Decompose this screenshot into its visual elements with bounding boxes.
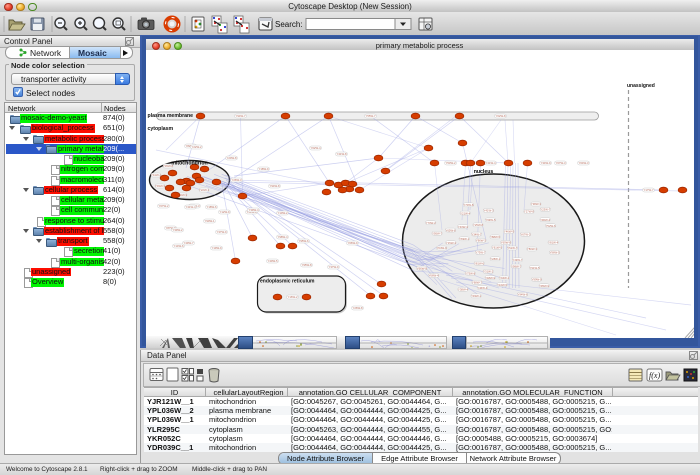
svg-text:cytoplasm: cytoplasm <box>147 126 173 132</box>
svg-text:Y19W-9: Y19W-9 <box>211 246 221 250</box>
svg-text:Y34W-9: Y34W-9 <box>540 161 550 165</box>
svg-text:Y96W-5: Y96W-5 <box>549 251 559 255</box>
svg-text:Y21W-4: Y21W-4 <box>460 211 470 215</box>
svg-text:Y70W-2: Y70W-2 <box>425 221 435 225</box>
svg-text:Y99W-9: Y99W-9 <box>531 278 541 282</box>
svg-text:Y66W-4: Y66W-4 <box>428 274 438 278</box>
svg-text:Y95W-8: Y95W-8 <box>301 263 311 267</box>
svg-text:Y37W-9: Y37W-9 <box>328 265 338 269</box>
svg-text:Y55W-7: Y55W-7 <box>365 114 375 118</box>
svg-text:Y41W-8: Y41W-8 <box>336 152 346 156</box>
svg-text:Y65W-6: Y65W-6 <box>445 228 455 232</box>
svg-text:Y94W-7: Y94W-7 <box>235 114 245 118</box>
svg-text:Y41W-3: Y41W-3 <box>483 209 493 213</box>
svg-text:Y64W-3: Y64W-3 <box>578 161 588 165</box>
svg-text:Y67W-2: Y67W-2 <box>158 204 168 208</box>
svg-text:Y10W-2: Y10W-2 <box>277 211 287 215</box>
svg-text:Y81W-4: Y81W-4 <box>548 241 558 245</box>
svg-text:Y14W-6: Y14W-6 <box>173 244 183 248</box>
svg-text:Y38W-3: Y38W-3 <box>530 202 540 206</box>
svg-text:Y95W-6: Y95W-6 <box>298 239 308 243</box>
svg-text:Y66W-9: Y66W-9 <box>416 266 426 270</box>
svg-text:Y39W-2: Y39W-2 <box>172 228 182 232</box>
svg-text:Y41W-2: Y41W-2 <box>150 173 160 177</box>
svg-text:Y40W-5: Y40W-5 <box>267 259 277 263</box>
svg-text:Y15W-4: Y15W-4 <box>445 241 455 245</box>
svg-text:Y70W-8: Y70W-8 <box>463 203 473 207</box>
svg-text:Y25W-8: Y25W-8 <box>472 223 482 227</box>
svg-text:Search:: Search: <box>275 20 303 29</box>
svg-text:Y91W-5: Y91W-5 <box>529 266 539 270</box>
svg-text:Y12W-9: Y12W-9 <box>219 210 229 214</box>
svg-text:Y73W-7: Y73W-7 <box>475 251 485 255</box>
svg-text:Y93W-9: Y93W-9 <box>154 184 164 188</box>
svg-text:Y67W-3: Y67W-3 <box>520 233 530 237</box>
svg-text:Y46W-4: Y46W-4 <box>477 286 487 290</box>
svg-text:Y69W-1: Y69W-1 <box>459 237 469 241</box>
svg-text:Y51W-7: Y51W-7 <box>507 246 517 250</box>
svg-text:Y49W-7: Y49W-7 <box>183 241 193 245</box>
svg-text:Y94W-8: Y94W-8 <box>269 184 279 188</box>
svg-text:Y67W-3: Y67W-3 <box>555 161 565 165</box>
svg-text:Y22W-2: Y22W-2 <box>191 145 201 149</box>
svg-text:Y53W-2: Y53W-2 <box>445 161 455 165</box>
svg-text:Y26W-3: Y26W-3 <box>231 178 241 182</box>
svg-text:Y18W-6: Y18W-6 <box>206 205 216 209</box>
svg-text:Y31W-2: Y31W-2 <box>483 270 493 274</box>
svg-text:Y96W-3: Y96W-3 <box>475 239 485 243</box>
svg-text:Y64W-9: Y64W-9 <box>436 246 446 250</box>
svg-text:f(x): f(x) <box>649 371 660 380</box>
svg-text:plasma membrane: plasma membrane <box>147 113 193 119</box>
svg-text:unassigned: unassigned <box>627 83 655 89</box>
svg-text:Y98W-4: Y98W-4 <box>277 235 287 239</box>
svg-text:Y39W-4: Y39W-4 <box>248 208 258 212</box>
svg-text:Y75W-8: Y75W-8 <box>465 271 475 275</box>
svg-text:Y18W-9: Y18W-9 <box>258 167 268 171</box>
svg-text:Y23W-7: Y23W-7 <box>540 208 550 212</box>
svg-text:Y37W-9: Y37W-9 <box>216 230 226 234</box>
svg-text:Y80W-3: Y80W-3 <box>526 247 536 251</box>
svg-text:nucleus: nucleus <box>473 169 493 175</box>
svg-text:Y81W-6: Y81W-6 <box>474 262 484 266</box>
svg-text:endoplasmic reticulum: endoplasmic reticulum <box>260 279 315 285</box>
svg-text:mitochondrion: mitochondrion <box>171 161 207 167</box>
svg-text:Y90W-4: Y90W-4 <box>540 218 550 222</box>
svg-text:Y22W-1: Y22W-1 <box>198 188 208 192</box>
svg-text:Y41W-4: Y41W-4 <box>485 161 495 165</box>
svg-text:Y43W-4: Y43W-4 <box>457 225 467 229</box>
svg-text:Y48W-9: Y48W-9 <box>485 276 495 280</box>
svg-text:Y10W-5: Y10W-5 <box>497 283 507 287</box>
svg-text:Y62W-4: Y62W-4 <box>310 146 320 150</box>
svg-text:Y90W-1: Y90W-1 <box>204 219 214 223</box>
svg-text:Y99W-7: Y99W-7 <box>511 264 521 268</box>
svg-text:Y52W-6: Y52W-6 <box>545 224 555 228</box>
svg-text:Y66W-9: Y66W-9 <box>347 241 357 245</box>
svg-text:Y95W-7: Y95W-7 <box>432 232 442 236</box>
svg-text:Y17W-7: Y17W-7 <box>643 188 653 192</box>
svg-text:Y34W-7: Y34W-7 <box>471 232 481 236</box>
svg-text:Y94W-6: Y94W-6 <box>517 293 527 297</box>
svg-text:Y38W-4: Y38W-4 <box>457 288 467 292</box>
svg-text:Y16W-2: Y16W-2 <box>287 295 297 299</box>
svg-text:Y28W-1: Y28W-1 <box>490 257 500 261</box>
svg-text:Y99W-5: Y99W-5 <box>485 218 495 222</box>
svg-text:Y61W-9: Y61W-9 <box>491 245 501 249</box>
svg-text:Y46W-9: Y46W-9 <box>503 230 513 234</box>
svg-text:Y94W-2: Y94W-2 <box>499 276 509 280</box>
svg-text:Y26W-8: Y26W-8 <box>352 306 362 310</box>
svg-text:Y41W-4: Y41W-4 <box>185 205 195 209</box>
svg-text:Y20W-8: Y20W-8 <box>226 156 236 160</box>
svg-text:Y88W-5: Y88W-5 <box>490 235 500 239</box>
svg-text:Y27W-8: Y27W-8 <box>523 210 533 214</box>
svg-text:Y62W-8: Y62W-8 <box>495 114 505 118</box>
svg-text:Y68W-7: Y68W-7 <box>471 281 481 285</box>
svg-text:Y69W-8: Y69W-8 <box>500 241 510 245</box>
svg-text:Y49W-7: Y49W-7 <box>512 258 522 262</box>
svg-text:Y95W-9: Y95W-9 <box>539 284 549 288</box>
svg-text:Y93W-1: Y93W-1 <box>471 294 481 298</box>
